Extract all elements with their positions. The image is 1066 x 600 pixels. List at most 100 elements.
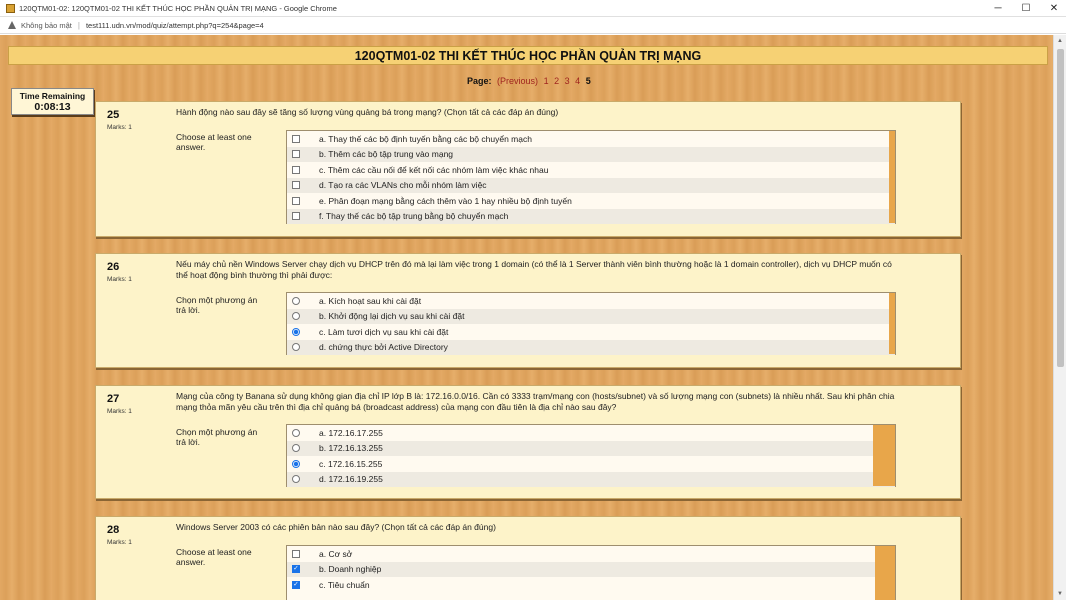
option-label: b. Doanh nghiệp: [319, 564, 382, 575]
question-card: 27 Marks: 1 Mạng của công ty Banana sử d…: [95, 385, 961, 499]
address-bar[interactable]: Không bảo mật | test111.udn.vn/mod/quiz/…: [0, 17, 1066, 34]
address-separator: |: [77, 20, 80, 30]
question-number: 25: [107, 109, 120, 121]
answer-prompt: Chọn một phương án trả lời.: [176, 295, 258, 315]
answer-option[interactable]: b. Khởi động lại dịch vụ sau khi cài đặt: [287, 308, 895, 324]
quiz-title-banner: 120QTM01-02 THI KẾT THÚC HỌC PHẦN QUẢN T…: [8, 46, 1048, 65]
checkbox[interactable]: [292, 549, 300, 558]
quiz-page: 120QTM01-02 THI KẾT THÚC HỌC PHẦN QUẢN T…: [0, 35, 1053, 600]
option-label: a. 172.16.17.255: [319, 427, 383, 438]
answer-option[interactable]: b. 172.16.13.255: [287, 440, 895, 456]
answer-option[interactable]: e. Phân đoạn mạng bằng cách thêm vào 1 h…: [287, 193, 895, 209]
pagination-label: Page:: [467, 76, 492, 86]
current-page: 5: [585, 76, 591, 86]
answer-options: a. Kích hoạt sau khi cài đặt b. Khởi độn…: [286, 292, 896, 355]
page-link-2[interactable]: 2: [554, 76, 559, 86]
answer-prompt: Choose at least one answer.: [176, 132, 252, 152]
answer-option[interactable]: f. Thay thế các bộ tập trung bằng bộ chu…: [287, 208, 895, 224]
warning-icon[interactable]: [8, 21, 16, 29]
checkbox[interactable]: [292, 212, 300, 221]
option-label: d. chứng thực bởi Active Directory: [319, 342, 448, 353]
radio-button[interactable]: [292, 296, 300, 305]
answer-option[interactable]: a. Kích hoạt sau khi cài đặt: [287, 293, 895, 309]
answer-prompt: Choose at least one answer.: [176, 547, 252, 567]
question-text: Mạng của công ty Banana sử dụng không gi…: [176, 391, 895, 412]
radio-button[interactable]: [292, 475, 300, 484]
checkbox[interactable]: [292, 165, 300, 174]
radio-button-selected[interactable]: [292, 327, 300, 336]
question-text: Nếu máy chủ nền Windows Server chạy dịch…: [176, 259, 892, 280]
timer-label: Time Remaining: [19, 91, 86, 101]
radio-button[interactable]: [292, 444, 300, 453]
answer-option[interactable]: a. Cơ sở: [287, 546, 895, 562]
radio-button[interactable]: [292, 343, 300, 352]
window-title-bar: 120QTM01-02: 120QTM01-02 THI KẾT THÚC HỌ…: [0, 0, 1066, 17]
scroll-up-arrow-icon[interactable]: ▲: [1057, 38, 1063, 44]
scroll-thumb[interactable]: [1057, 49, 1064, 367]
checkbox[interactable]: [292, 134, 300, 143]
option-label: f. Thay thế các bộ tập trung bằng bộ chu…: [319, 211, 509, 222]
question-number: 26: [107, 261, 120, 273]
option-label: d. 172.16.19.255: [319, 474, 383, 485]
scroll-down-arrow-icon[interactable]: ▼: [1057, 591, 1063, 597]
answer-option[interactable]: a. 172.16.17.255: [287, 425, 895, 441]
url-text[interactable]: test111.udn.vn/mod/quiz/attempt.php?q=25…: [86, 21, 264, 30]
answer-box-scrollbar[interactable]: [873, 425, 895, 486]
question-marks: Marks: 1: [107, 539, 132, 546]
checkbox[interactable]: [292, 181, 300, 190]
checkbox[interactable]: [292, 196, 300, 205]
question-card: 26 Marks: 1 Nếu máy chủ nền Windows Serv…: [95, 253, 961, 368]
answer-box-scrollbar[interactable]: [889, 131, 895, 223]
option-label: c. Thêm các cầu nối để kết nối các nhóm …: [319, 164, 549, 175]
checkbox-checked[interactable]: ✓: [292, 580, 300, 589]
option-label: b. 172.16.13.255: [319, 443, 383, 454]
question-marks: Marks: 1: [107, 124, 132, 131]
answer-options: a. Cơ sở ✓ b. Doanh nghiệp ✓ c. Tiêu chuẩn: [286, 545, 896, 600]
answer-option[interactable]: d. chứng thực bởi Active Directory: [287, 339, 895, 355]
question-card: 25 Marks: 1 Hành động nào sau đây sẽ tăn…: [95, 101, 961, 237]
question-text: Windows Server 2003 có các phiên bản nào…: [176, 522, 496, 532]
page-link-4[interactable]: 4: [575, 76, 580, 86]
previous-page-link[interactable]: (Previous): [497, 76, 538, 86]
minimize-button[interactable]: ─: [984, 0, 1012, 17]
maximize-button[interactable]: ☐: [1012, 0, 1040, 17]
page-scrollbar[interactable]: ▲ ▼: [1053, 35, 1066, 600]
option-label: e. Phân đoạn mạng bằng cách thêm vào 1 h…: [319, 195, 572, 206]
answer-option[interactable]: ✓ c. Tiêu chuẩn: [287, 577, 895, 593]
radio-button-selected[interactable]: [292, 459, 300, 468]
page-link-1[interactable]: 1: [544, 76, 549, 86]
answer-box-scrollbar[interactable]: [889, 293, 895, 354]
answer-options: a. Thay thế các bộ định tuyến bằng các b…: [286, 130, 896, 224]
page-link-3[interactable]: 3: [565, 76, 570, 86]
radio-button[interactable]: [292, 428, 300, 437]
option-label: a. Thay thế các bộ định tuyến bằng các b…: [319, 133, 532, 144]
option-label: a. Cơ sở: [319, 548, 353, 559]
question-card: 28 Marks: 1 Windows Server 2003 có các p…: [95, 516, 961, 600]
answer-options: a. 172.16.17.255 b. 172.16.13.255 c. 172…: [286, 424, 896, 487]
answer-option[interactable]: c. Thêm các cầu nối để kết nối các nhóm …: [287, 162, 895, 178]
answer-prompt: Chọn một phương án trả lời.: [176, 427, 258, 447]
window-title: 120QTM01-02: 120QTM01-02 THI KẾT THÚC HỌ…: [19, 3, 337, 13]
checkbox-checked[interactable]: ✓: [292, 565, 300, 574]
close-button[interactable]: ✕: [1040, 0, 1066, 17]
checkbox[interactable]: [292, 150, 300, 159]
question-text: Hành động nào sau đây sẽ tăng số lượng v…: [176, 107, 559, 117]
answer-box-scrollbar[interactable]: [875, 546, 895, 600]
answer-option[interactable]: ✓ b. Doanh nghiệp: [287, 561, 895, 577]
option-label: c. Làm tươi dịch vụ sau khi cài đặt: [319, 326, 449, 337]
answer-option[interactable]: d. Tạo ra các VLANs cho mỗi nhóm làm việ…: [287, 177, 895, 193]
security-label[interactable]: Không bảo mật: [21, 21, 72, 30]
answer-option[interactable]: c. Làm tươi dịch vụ sau khi cài đặt: [287, 324, 895, 340]
answer-option[interactable]: a. Thay thế các bộ định tuyến bằng các b…: [287, 131, 895, 147]
pagination: Page: (Previous) 1 2 3 4 5: [467, 76, 591, 86]
radio-button[interactable]: [292, 312, 300, 321]
time-remaining-box: Time Remaining 0:08:13: [11, 88, 94, 115]
option-label: c. Tiêu chuẩn: [319, 579, 370, 590]
option-label: c. 172.16.15.255: [319, 458, 383, 469]
question-marks: Marks: 1: [107, 276, 132, 283]
answer-option[interactable]: b. Thêm các bộ tập trung vào mạng: [287, 146, 895, 162]
answer-option[interactable]: d. 172.16.19.255: [287, 471, 895, 487]
question-number: 28: [107, 524, 120, 536]
timer-value: 0:08:13: [34, 101, 71, 113]
answer-option[interactable]: c. 172.16.15.255: [287, 456, 895, 472]
